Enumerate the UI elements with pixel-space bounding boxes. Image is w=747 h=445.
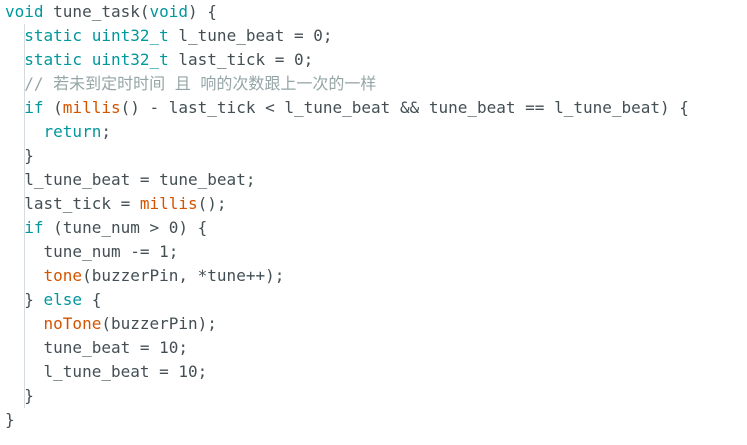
code-token-text: last_tick = 0; [168,50,314,69]
code-token-text: { [82,290,102,309]
code-token-text: (); [197,194,227,213]
code-line[interactable]: void tune_task(void) { [5,0,689,24]
code-line[interactable]: noTone(buzzerPin); [5,312,689,336]
code-line[interactable]: // 若未到定时时间 且 响的次数跟上一次的一样 [5,72,689,96]
code-token-text: (tune_num > 0) { [43,218,208,237]
code-token-keyword: uint32_t [91,50,169,69]
code-token-text: ; [101,122,111,141]
code-token-text: tune_num -= 1; [43,242,179,261]
code-token-keyword: void [5,2,44,21]
code-token-text: tune_beat = 10; [43,338,189,357]
code-token-keyword: static [24,26,83,45]
code-line[interactable]: l_tune_beat = tune_beat; [5,168,689,192]
code-token-text: } [5,410,15,429]
code-token-keyword: uint32_t [91,26,169,45]
code-token-text: } [24,146,34,165]
code-token-comment: // 若未到定时时间 且 响的次数跟上一次的一样 [24,74,377,93]
code-token-keyword: static [24,50,83,69]
code-line[interactable]: } [5,384,689,408]
code-line[interactable]: l_tune_beat = 10; [5,360,689,384]
code-line[interactable]: tune_beat = 10; [5,336,689,360]
code-line[interactable]: } [5,144,689,168]
code-token-text: (buzzerPin, *tune++); [82,266,285,285]
code-editor[interactable]: void tune_task(void) { static uint32_t l… [0,0,747,445]
code-token-text: } [24,386,34,405]
code-token-function: tone [43,266,83,285]
code-token-text: (buzzerPin); [101,314,217,333]
code-token-text: l_tune_beat = 0; [168,26,333,45]
code-token-text: l_tune_beat = tune_beat; [24,170,256,189]
code-token-text: last_tick = [24,194,140,213]
code-token-function: noTone [43,314,102,333]
code-line[interactable]: tone(buzzerPin, *tune++); [5,264,689,288]
code-token-text: ) { [188,2,217,21]
code-token-text: () - last_tick < l_tune_beat && tune_bea… [120,98,689,117]
code-line[interactable]: tune_num -= 1; [5,240,689,264]
code-line[interactable]: return; [5,120,689,144]
code-line[interactable]: } else { [5,288,689,312]
code-token-keyword: if [24,98,44,117]
code-token-function: millis [139,194,198,213]
code-line[interactable]: static uint32_t last_tick = 0; [5,48,689,72]
code-line[interactable]: } [5,408,689,432]
code-block[interactable]: void tune_task(void) { static uint32_t l… [5,0,689,432]
code-token-keyword: return [43,122,102,141]
code-token-keyword: if [24,218,44,237]
code-line[interactable]: static uint32_t l_tune_beat = 0; [5,24,689,48]
code-token-text: l_tune_beat = 10; [43,362,208,381]
code-line[interactable]: if (millis() - last_tick < l_tune_beat &… [5,96,689,120]
code-token-text: ( [43,98,63,117]
code-line[interactable]: if (tune_num > 0) { [5,216,689,240]
code-token-keyword: else [43,290,83,309]
code-token-keyword: void [149,2,189,21]
code-line[interactable]: last_tick = millis(); [5,192,689,216]
code-token-text: tune_task( [43,2,150,21]
code-token-function: millis [62,98,121,117]
code-token-text: } [24,290,44,309]
